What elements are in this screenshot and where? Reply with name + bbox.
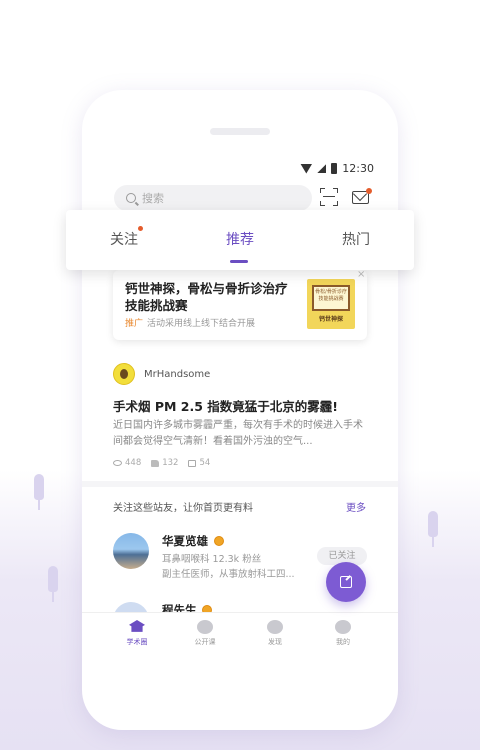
search-icon bbox=[126, 193, 136, 203]
close-icon[interactable]: × bbox=[357, 269, 365, 280]
promo-card[interactable]: 钙世神探，骨松与骨折诊治疗技能挑战赛 推广 活动采用线上线下结合开展 骨松/骨折… bbox=[113, 269, 367, 340]
nav-label: 学术圈 bbox=[126, 638, 148, 646]
post-excerpt: 近日国内许多城市雾霾严重，每次有手术的时候进入手术间都会觉得空气清新！看着国外污… bbox=[113, 420, 363, 447]
user-icon bbox=[335, 620, 351, 634]
like-icon[interactable] bbox=[151, 459, 160, 467]
search-input[interactable]: 搜索 bbox=[114, 185, 312, 211]
compose-button[interactable] bbox=[326, 562, 366, 602]
avatar[interactable] bbox=[113, 533, 149, 569]
post-stats: 448 132 54 bbox=[113, 458, 210, 468]
nav-label: 发现 bbox=[268, 638, 282, 646]
promo-title: 钙世神探，骨松与骨折诊治疗技能挑战赛 bbox=[125, 281, 288, 313]
nav-academic[interactable]: 学术圈 bbox=[112, 620, 162, 647]
tree-decoration bbox=[48, 566, 58, 602]
nav-me[interactable]: 我的 bbox=[318, 620, 368, 647]
tab-active-indicator bbox=[230, 260, 248, 263]
nav-label: 我的 bbox=[336, 638, 350, 646]
eye-icon bbox=[113, 460, 122, 466]
comment-count: 54 bbox=[199, 458, 211, 468]
user-name[interactable]: 华夏览雄 bbox=[162, 533, 208, 549]
signal-icon bbox=[317, 164, 327, 173]
nav-open-course[interactable]: 公开课 bbox=[180, 620, 230, 647]
comment-icon[interactable] bbox=[188, 459, 197, 467]
promo-image-label: 钙世神探 bbox=[318, 316, 343, 323]
play-icon bbox=[197, 620, 213, 634]
user-title: 副主任医师，从事放射科工四... bbox=[162, 569, 295, 580]
scan-icon[interactable] bbox=[320, 188, 338, 206]
view-count: 448 bbox=[125, 458, 142, 468]
search-placeholder: 搜索 bbox=[142, 192, 164, 205]
compass-icon bbox=[267, 620, 283, 634]
graduation-cap-icon bbox=[129, 620, 145, 632]
nav-discover[interactable]: 发现 bbox=[250, 620, 300, 647]
tree-decoration bbox=[34, 474, 44, 510]
post-title[interactable]: 手术烟 PM 2.5 指数竟猛于北京的雾霾! bbox=[113, 396, 338, 415]
bottom-nav: 学术圈 公开课 发现 我的 bbox=[82, 612, 398, 658]
status-time: 12:30 bbox=[342, 162, 374, 175]
status-bar: 12:30 bbox=[300, 162, 374, 175]
nav-label: 公开课 bbox=[194, 638, 216, 646]
follow-hint: 关注这些站友，让你首页更有料 bbox=[113, 503, 253, 514]
wifi-icon bbox=[300, 163, 313, 174]
like-count: 132 bbox=[162, 458, 179, 468]
tab-recommended[interactable]: 推荐 bbox=[226, 229, 254, 249]
verified-badge-icon bbox=[214, 536, 224, 546]
tree-decoration bbox=[428, 511, 438, 547]
tab-following[interactable]: 关注 bbox=[110, 229, 138, 249]
tab-hot[interactable]: 热门 bbox=[342, 229, 370, 249]
promo-tag: 推广 bbox=[125, 319, 144, 329]
promo-subtitle: 活动采用线上线下结合开展 bbox=[147, 319, 256, 329]
battery-icon bbox=[331, 163, 338, 174]
promo-image-board: 骨松/骨折诊疗技能挑战赛 bbox=[312, 285, 350, 311]
promo-image: 骨松/骨折诊疗技能挑战赛 钙世神探 bbox=[307, 279, 355, 329]
section-divider bbox=[82, 481, 398, 487]
more-link[interactable]: 更多 bbox=[346, 499, 366, 514]
tab-following-dot bbox=[138, 226, 143, 231]
phone-speaker bbox=[210, 128, 270, 135]
post-author[interactable]: MrHandsome bbox=[113, 363, 210, 385]
feed-tabs: 关注 推荐 热门 bbox=[66, 210, 414, 270]
user-dept-fans: 耳鼻咽喉科 12.3k 粉丝 bbox=[162, 554, 262, 565]
notification-dot bbox=[366, 188, 372, 194]
author-name: MrHandsome bbox=[144, 368, 211, 380]
edit-icon bbox=[340, 576, 352, 588]
avatar bbox=[113, 363, 135, 385]
